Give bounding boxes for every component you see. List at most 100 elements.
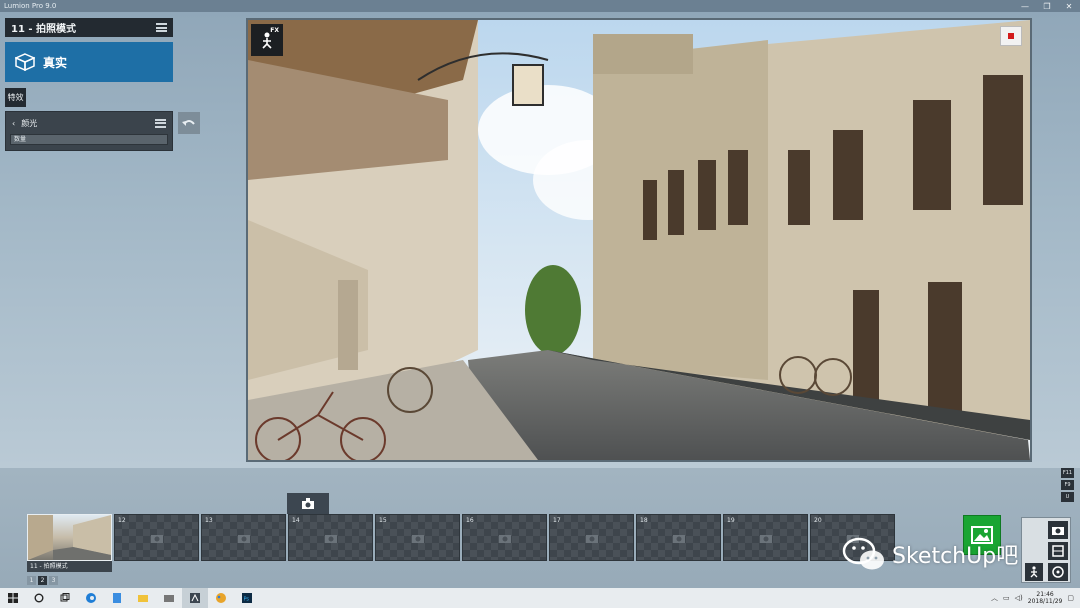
undo-button[interactable] — [178, 112, 200, 134]
network-icon[interactable]: ▭ — [1003, 594, 1010, 602]
camera-icon — [238, 535, 250, 543]
amount-slider[interactable]: 数量 — [10, 134, 168, 145]
undo-icon — [182, 120, 195, 126]
page-selector: 1 2 3 — [27, 576, 58, 585]
photo-slot-17[interactable]: 17 — [549, 514, 634, 561]
photo-slot-18[interactable]: 18 — [636, 514, 721, 561]
photo-slot-14[interactable]: 14 — [288, 514, 373, 561]
taskbar: Ps ︿ ▭ ◁) 21:46 2018/11/29 ▢ — [0, 588, 1080, 608]
photo-slot-15[interactable]: 15 — [375, 514, 460, 561]
taskbar-app-paint[interactable] — [208, 588, 234, 608]
effect-name: 颜光 — [21, 118, 38, 128]
key-f11[interactable]: F11 — [1061, 468, 1074, 478]
photoshop-app-icon: Ps — [242, 593, 252, 603]
tab-effects[interactable]: 特效 — [5, 88, 26, 107]
effect-menu-icon[interactable] — [155, 118, 166, 128]
photo-slot-12[interactable]: 12 — [114, 514, 199, 561]
scene-viewport[interactable] — [246, 18, 1032, 462]
photo-slot-19[interactable]: 19 — [723, 514, 808, 561]
mode-title: 11 - 拍照模式 — [11, 24, 77, 35]
notification-icon[interactable]: ▢ — [1067, 594, 1074, 602]
minimize-button[interactable]: — — [1014, 0, 1036, 12]
window-title: Lumion Pro 9.0 — [4, 2, 57, 10]
style-button[interactable]: 真实 — [5, 42, 173, 82]
edge-browser-icon — [86, 593, 96, 603]
menu-icon[interactable] — [156, 23, 167, 32]
photo-mode-button[interactable] — [1048, 521, 1068, 539]
movie-mode-button[interactable] — [1048, 542, 1068, 560]
panorama-icon — [1052, 566, 1064, 578]
record-icon — [1008, 33, 1014, 39]
shortcut-keys: F11 F9 U — [1061, 468, 1074, 502]
document-app-icon — [113, 593, 121, 603]
photo-slots: 12 13 14 15 16 17 18 19 20 — [27, 514, 895, 561]
search-button[interactable] — [26, 588, 52, 608]
folder-icon — [164, 595, 174, 602]
style-cube-icon — [15, 53, 35, 71]
photo-tab[interactable] — [287, 493, 329, 514]
camera-icon — [302, 497, 314, 509]
file-explorer-icon — [138, 595, 148, 602]
photo-slot-13[interactable]: 13 — [201, 514, 286, 561]
record-button[interactable] — [1000, 26, 1022, 46]
camera-icon — [499, 535, 511, 543]
photo-preview-image — [28, 515, 111, 560]
lumion-app-icon — [190, 593, 200, 603]
build-mode-button[interactable] — [1025, 563, 1043, 581]
taskbar-app-edge[interactable] — [78, 588, 104, 608]
style-label: 真实 — [43, 55, 68, 70]
fx-tab-label: 特效 — [7, 93, 24, 102]
tray-arrow-icon[interactable]: ︿ — [991, 593, 998, 603]
watermark: SketchUp吧 — [842, 536, 1018, 572]
active-slot-caption: 11 - 拍照模式 — [27, 561, 112, 572]
collapse-chevron-icon[interactable]: ‹ — [12, 119, 15, 128]
mode-header: 11 - 拍照模式 — [5, 18, 173, 37]
system-tray: ︿ ▭ ◁) 21:46 2018/11/29 ▢ — [991, 588, 1080, 608]
effect-panel: ‹ 颜光 数量 — [5, 111, 173, 151]
taskbar-app-folder[interactable] — [156, 588, 182, 608]
camera-icon — [151, 535, 163, 543]
walk-figure-icon — [1030, 566, 1038, 578]
clock-time: 21:46 — [1036, 591, 1054, 598]
film-icon — [1052, 545, 1064, 557]
start-button[interactable] — [0, 588, 26, 608]
page-3[interactable]: 3 — [49, 576, 58, 585]
camera-icon — [412, 535, 424, 543]
street-scene-image — [248, 20, 1030, 460]
fx-button[interactable]: FX — [251, 24, 283, 56]
wechat-logo-icon — [842, 537, 884, 570]
slider-label: 数量 — [14, 136, 27, 143]
panorama-mode-button[interactable] — [1048, 563, 1068, 581]
taskbar-app-photoshop[interactable]: Ps — [234, 588, 260, 608]
camera-icon — [760, 535, 772, 543]
fx-label: FX — [270, 27, 279, 34]
taskbar-app-lumion[interactable] — [182, 588, 208, 608]
photo-slot-16[interactable]: 16 — [462, 514, 547, 561]
maximize-button[interactable]: ❐ — [1036, 0, 1058, 12]
title-bar: Lumion Pro 9.0 — ❐ ✕ — [0, 0, 1080, 12]
window-controls: — ❐ ✕ — [1014, 0, 1080, 12]
task-view-icon — [60, 593, 70, 602]
search-circle-icon — [34, 593, 44, 603]
close-button[interactable]: ✕ — [1058, 0, 1080, 12]
camera-icon — [673, 535, 685, 543]
mode-tools-panel — [1021, 517, 1071, 583]
key-u[interactable]: U — [1061, 492, 1074, 502]
page-1[interactable]: 1 — [27, 576, 36, 585]
camera-icon — [1052, 527, 1064, 535]
windows-start-icon — [8, 593, 18, 603]
camera-icon — [586, 535, 598, 543]
task-view-button[interactable] — [52, 588, 78, 608]
effect-header: ‹ 颜光 — [6, 112, 172, 134]
key-f9[interactable]: F9 — [1061, 480, 1074, 490]
clock-date: 2018/11/29 — [1027, 598, 1063, 605]
watermark-text: SketchUp吧 — [892, 544, 1019, 569]
taskbar-app-docs[interactable] — [104, 588, 130, 608]
taskbar-app-explorer[interactable] — [130, 588, 156, 608]
paint-app-icon — [216, 593, 226, 603]
taskbar-clock[interactable]: 21:46 2018/11/29 — [1028, 591, 1063, 605]
photo-slot-11[interactable] — [27, 514, 112, 561]
svg-text:Ps: Ps — [244, 597, 250, 603]
volume-icon[interactable]: ◁) — [1015, 594, 1023, 602]
page-2[interactable]: 2 — [38, 576, 47, 585]
